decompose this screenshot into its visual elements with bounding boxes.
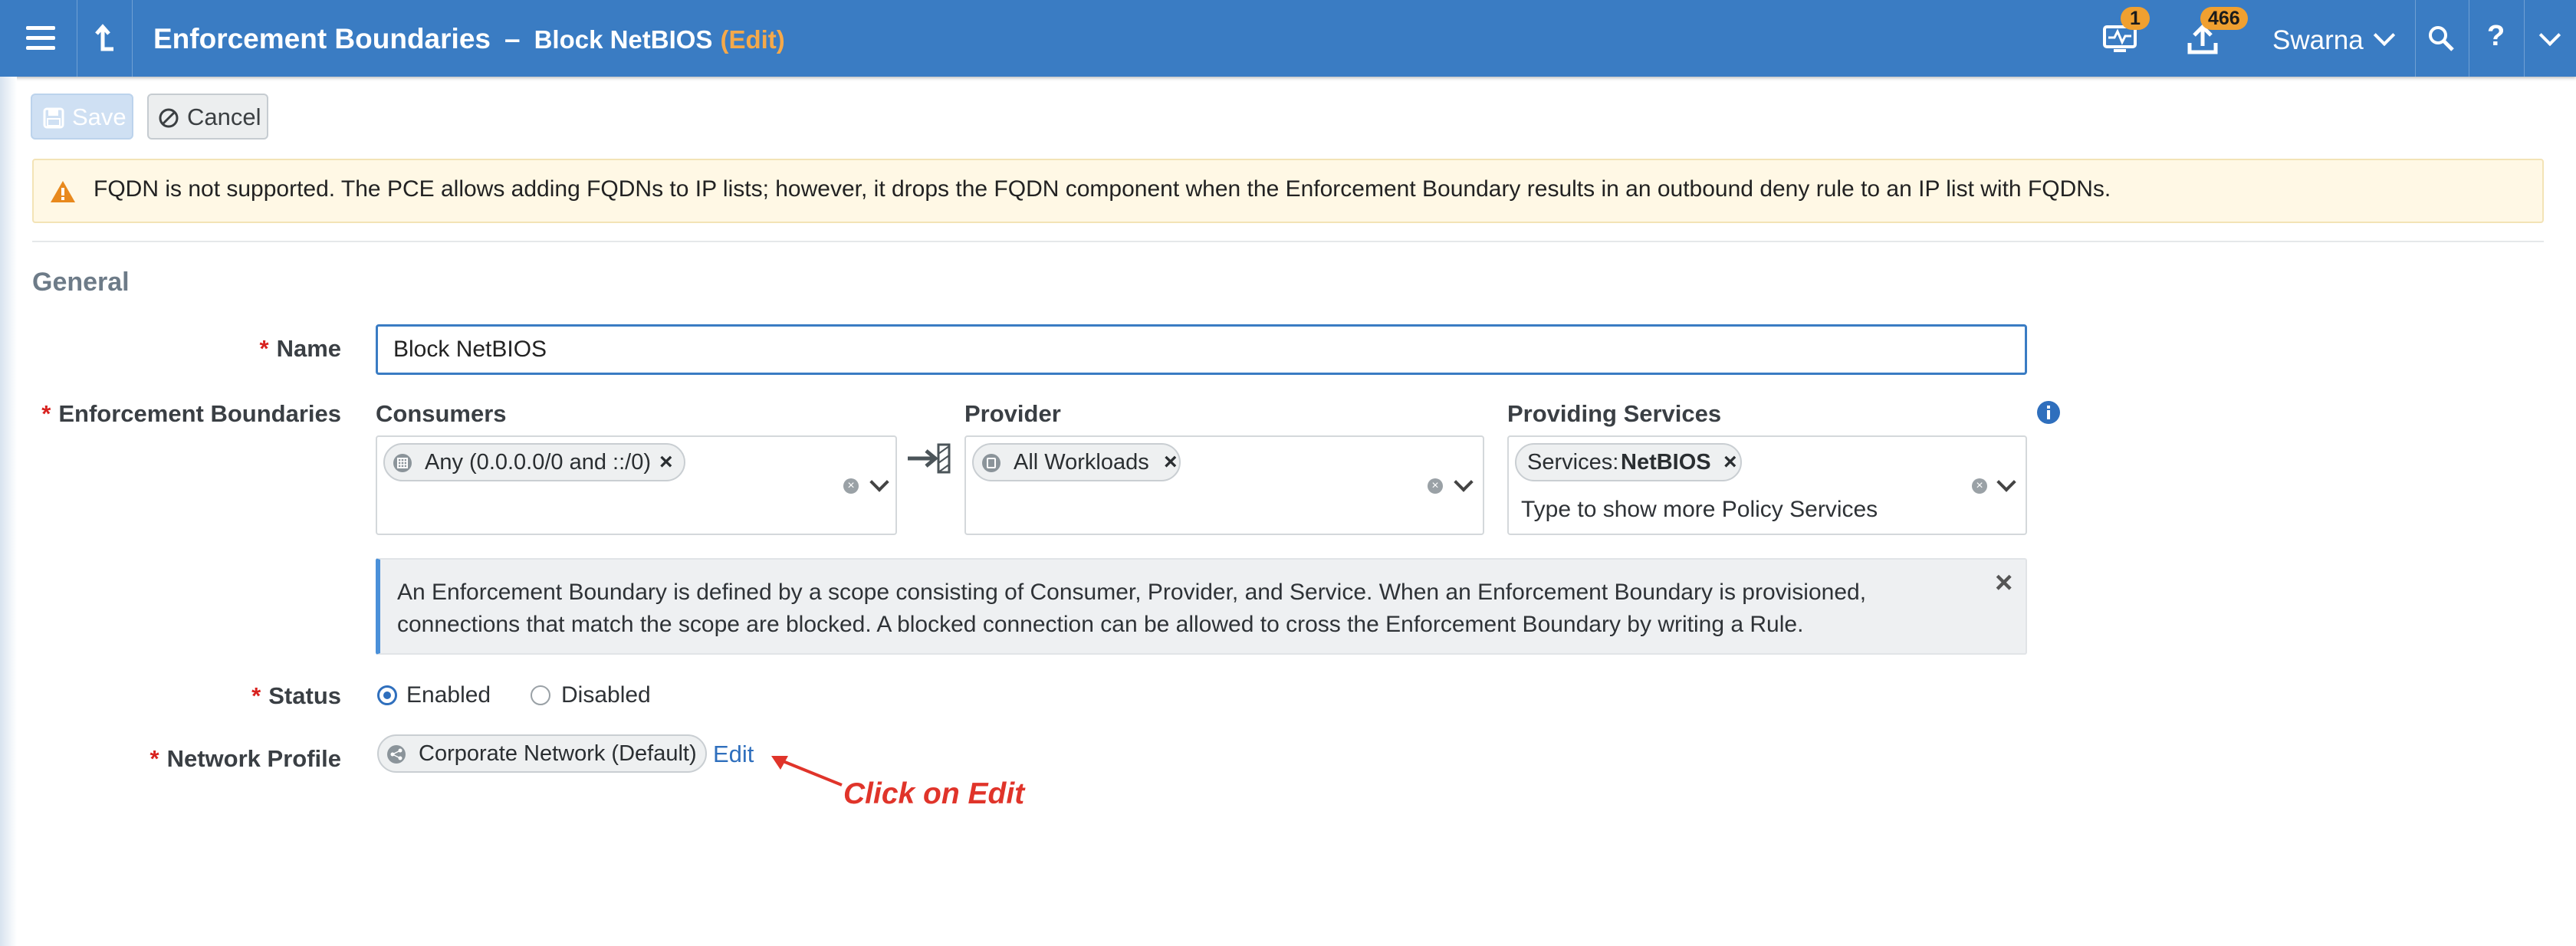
required-mark: * xyxy=(251,682,261,709)
back-arrow-icon[interactable] xyxy=(92,23,123,54)
clear-icon[interactable]: × xyxy=(1972,478,1987,494)
clear-icon[interactable]: × xyxy=(1428,478,1443,494)
page-title-subtitle: Block NetBIOS xyxy=(534,25,713,54)
search-icon[interactable] xyxy=(2427,25,2455,56)
title-separator: – xyxy=(504,23,521,54)
status-enabled-label[interactable]: Enabled xyxy=(406,682,491,708)
provider-label: Provider xyxy=(964,400,1061,427)
consumers-chip-label: Any (0.0.0.0/0 and ::/0) xyxy=(425,450,652,475)
services-chip-prefix: Services: xyxy=(1527,450,1619,475)
user-menu[interactable]: Swarna xyxy=(2272,25,2364,56)
required-mark: * xyxy=(41,400,51,427)
info-icon[interactable] xyxy=(2036,400,2061,429)
network-profile-chip-label: Corporate Network (Default) xyxy=(419,741,697,766)
services-chip-value: NetBIOS xyxy=(1621,450,1711,475)
name-label: * Name xyxy=(259,335,341,363)
close-icon[interactable]: × xyxy=(1995,566,2013,600)
save-label: Save xyxy=(72,103,127,130)
services-chip[interactable]: Services: NetBIOS × xyxy=(1515,443,1742,481)
status-label: * Status xyxy=(251,682,341,710)
header-divider xyxy=(2524,0,2525,77)
info-line-2: connections that match the scope are blo… xyxy=(397,612,1804,637)
info-line-1: An Enforcement Boundary is defined by a … xyxy=(397,580,1867,605)
network-profile-label-text: Network Profile xyxy=(166,745,341,772)
provider-chip-label: All Workloads xyxy=(1014,450,1149,475)
help-icon[interactable]: ? xyxy=(2487,20,2505,53)
provision-badge: 466 xyxy=(2200,7,2248,30)
name-label-text: Name xyxy=(276,335,341,362)
annotation-text: Click on Edit xyxy=(843,777,1025,810)
workload-icon xyxy=(982,454,1001,472)
header-divider xyxy=(2415,0,2416,77)
network-icon xyxy=(387,745,406,764)
page-title-main: Enforcement Boundaries xyxy=(153,23,491,54)
provider-chip[interactable]: All Workloads × xyxy=(972,443,1181,481)
alerts-badge: 1 xyxy=(2121,7,2150,30)
consumers-chip[interactable]: Any (0.0.0.0/0 and ::/0) × xyxy=(383,443,685,481)
page-title: Enforcement Boundaries – Block NetBIOS (Edi… xyxy=(153,23,785,57)
cancel-label: Cancel xyxy=(187,103,261,130)
menu-icon[interactable] xyxy=(26,26,55,51)
network-profile-chip: Corporate Network (Default) xyxy=(377,734,707,773)
section-divider xyxy=(32,241,2544,242)
warning-triangle-icon xyxy=(49,179,77,208)
cancel-button[interactable]: Cancel xyxy=(147,94,268,140)
status-enabled-radio[interactable] xyxy=(377,685,397,705)
providing-services-label: Providing Services xyxy=(1507,400,1722,427)
ip-list-icon xyxy=(393,454,412,472)
cancel-icon xyxy=(159,108,179,128)
section-title-general: General xyxy=(32,268,130,297)
clear-icon[interactable]: × xyxy=(843,478,859,494)
remove-chip-icon[interactable]: × xyxy=(659,445,673,480)
network-profile-label: * Network Profile xyxy=(150,745,341,773)
enforcement-boundaries-label: * Enforcement Boundaries xyxy=(41,400,341,428)
warning-text: FQDN is not supported. The PCE allows ad… xyxy=(94,176,2111,202)
services-search-placeholder[interactable]: Type to show more Policy Services xyxy=(1521,497,1878,523)
left-edge xyxy=(0,77,17,946)
consumers-label: Consumers xyxy=(376,400,507,427)
required-mark: * xyxy=(259,335,269,362)
status-disabled-label[interactable]: Disabled xyxy=(561,682,651,708)
annotation-arrow xyxy=(768,751,845,793)
boundary-arrow-icon xyxy=(906,442,952,479)
required-mark: * xyxy=(150,745,159,772)
info-message-text: An Enforcement Boundary is defined by a … xyxy=(397,576,1930,641)
boundaries-label-text: Enforcement Boundaries xyxy=(58,400,341,427)
remove-chip-icon[interactable]: × xyxy=(1723,445,1737,480)
remove-chip-icon[interactable]: × xyxy=(1164,445,1178,480)
status-label-text: Status xyxy=(268,682,341,709)
save-button[interactable]: Save xyxy=(31,94,133,140)
network-profile-edit-link[interactable]: Edit xyxy=(713,741,754,768)
status-disabled-radio[interactable] xyxy=(531,685,550,705)
page-title-mode: (Edit) xyxy=(720,25,785,54)
header-divider xyxy=(132,0,133,77)
name-input[interactable] xyxy=(376,324,2027,375)
